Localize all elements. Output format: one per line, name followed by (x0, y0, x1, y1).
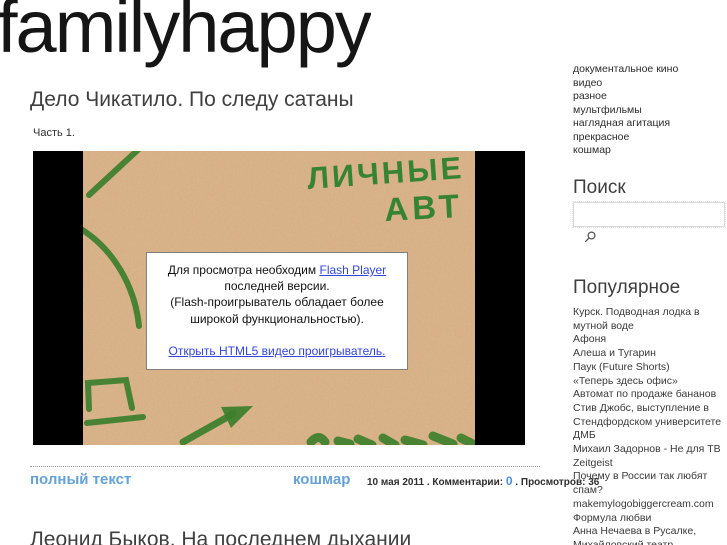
graffiti-blob (353, 434, 377, 445)
site-logo-text: familyhappy (0, 0, 371, 68)
popular-item-link[interactable]: Михаил Задорнов - Не для ТВ (573, 443, 727, 457)
page: familyhappy Дело Чикатило. По следу сата… (0, 0, 727, 545)
html5-player-link[interactable]: Открыть HTML5 видео проигрыватель. (169, 343, 386, 359)
graffiti-blob (400, 435, 428, 445)
post-title[interactable]: Дело Чикатило. По следу сатаны (30, 88, 354, 112)
search-icon (584, 231, 596, 243)
graffiti-blob (378, 433, 400, 445)
popular-item-link[interactable]: Формула любви (573, 512, 727, 526)
sidebar-category-link[interactable]: разное (573, 90, 727, 104)
graffiti-blob (306, 433, 330, 445)
popular-item-link[interactable]: makemylogobiggercream.com (573, 498, 727, 512)
full-text-link[interactable]: полный текст (30, 471, 131, 488)
comments-count[interactable]: 0 (506, 474, 513, 488)
sidebar-category-link[interactable]: прекрасное (573, 131, 727, 145)
video-player[interactable]: ЛИЧНЫЕ АВТ Для просмотра необходим Flash… (33, 151, 525, 445)
popular-item-link[interactable]: «Теперь здесь офис» (573, 375, 727, 389)
popular-item-link[interactable]: Паук (Future Shorts) (573, 361, 727, 375)
search-button[interactable] (583, 230, 597, 244)
flash-player-link[interactable]: Flash Player (319, 263, 386, 277)
sidebar-categories: документальное кино видео разное мультфильм… (573, 63, 727, 158)
next-post-title[interactable]: Леонид Быков. На последнем дыхании (30, 528, 411, 545)
popular-item-link[interactable]: Афоня (573, 333, 727, 347)
popular-item-link[interactable]: Автомат по продаже бананов (573, 388, 727, 402)
flash-notice-text-after: последней версии. (224, 279, 330, 294)
sidebar-category-link[interactable]: наглядная агитация (573, 117, 727, 131)
post-meta: 10 мая 2011 . Комментарии: 0 . Просмотро… (367, 474, 599, 488)
meta-separator: . (512, 477, 521, 488)
flash-notice-box: Для просмотра необходим Flash Player пос… (146, 252, 408, 370)
comments-label: Комментарии: (432, 477, 506, 488)
popular-item-link[interactable]: ДМБ (573, 429, 727, 443)
popular-item-link[interactable]: Zeitgeist (573, 457, 727, 471)
site-logo[interactable]: familyhappy (0, 0, 371, 70)
popular-heading: Популярное (573, 277, 681, 298)
post-date: 10 мая 2011 (367, 477, 425, 488)
popular-item-link[interactable]: Стив Джобс, выступление в Стендфордском … (573, 402, 727, 429)
sidebar-category-link[interactable]: видео (573, 77, 727, 91)
flash-notice-text: Для просмотра необходим (167, 263, 320, 277)
search-heading: Поиск (573, 177, 626, 198)
search-input[interactable] (572, 201, 726, 228)
graffiti-text-line2: АВТ (383, 187, 463, 228)
sidebar-category-link[interactable]: кошмар (573, 144, 727, 158)
popular-item-link[interactable]: Почему в России так любят спам? (573, 470, 727, 497)
post-part-label: Часть 1. (33, 127, 75, 139)
popular-item-link[interactable]: Анна Нечаева в Русалке, Михайловский теа… (573, 525, 727, 545)
post-separator (30, 466, 540, 467)
post-category-link[interactable]: кошмар (293, 471, 350, 488)
popular-item-link[interactable]: Курск. Подводная лодка в мутной воде (573, 306, 727, 333)
sidebar-category-link[interactable]: мультфильмы (573, 104, 727, 118)
graffiti-blob (456, 433, 475, 445)
flash-notice-line2: (Flash-проигрыватель обладает более широ… (170, 295, 384, 326)
popular-item-link[interactable]: Алеша и Тугарин (573, 347, 727, 361)
graffiti-blob (333, 436, 355, 445)
popular-list: Курск. Подводная лодка в мутной воде Афон… (573, 306, 727, 545)
sidebar-category-link[interactable]: документальное кино (573, 63, 727, 77)
